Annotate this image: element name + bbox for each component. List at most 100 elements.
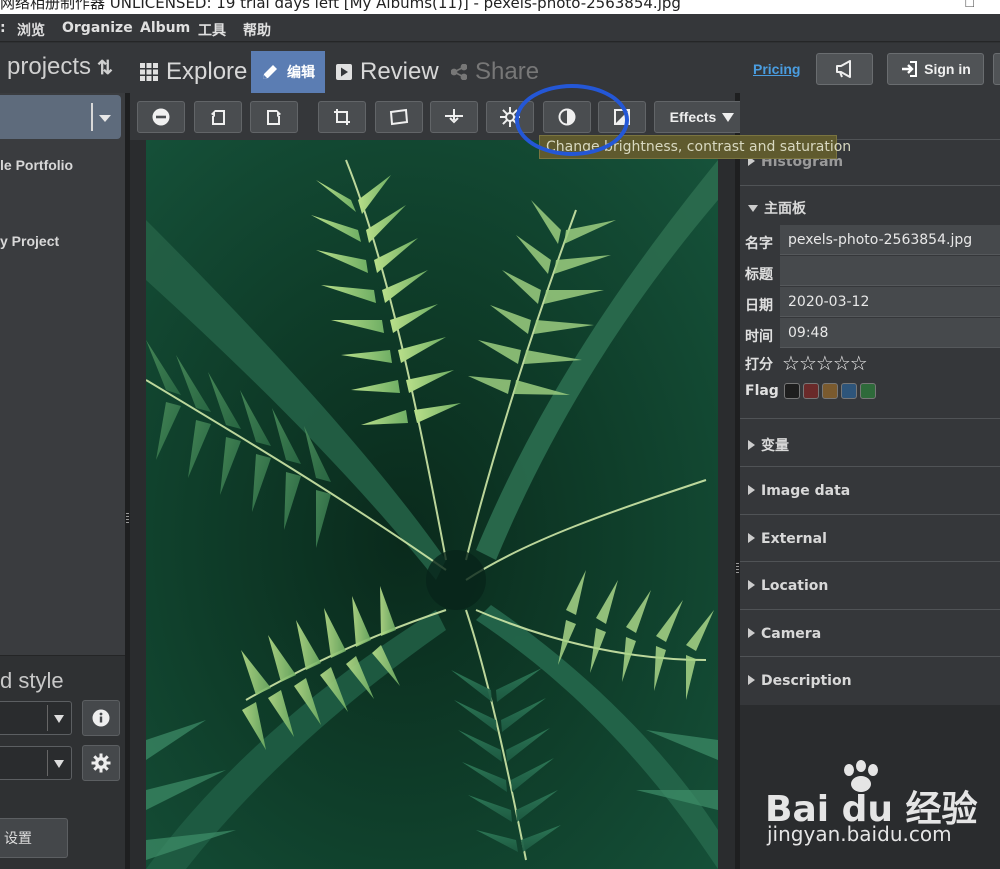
fern-photo-image — [146, 140, 718, 869]
top-navigation: projects ⇅ Explore 编辑 Review Share Pricin… — [0, 43, 1000, 93]
select-divider — [47, 750, 48, 776]
straighten-icon — [389, 108, 409, 126]
announcement-button[interactable] — [816, 53, 873, 85]
chevron-down-icon — [54, 715, 64, 723]
flag-black[interactable] — [784, 383, 800, 399]
annotation-circle — [515, 84, 629, 156]
zoom-out-button[interactable] — [137, 101, 185, 133]
chevron-right-icon — [748, 628, 755, 638]
flag-blue[interactable] — [841, 383, 857, 399]
image-data-label: Image data — [761, 483, 851, 499]
info-icon — [92, 709, 110, 727]
camera-label: Camera — [761, 626, 822, 642]
project-item-portfolio[interactable]: le Portfolio — [0, 157, 73, 173]
description-label: Description — [761, 673, 852, 689]
sign-in-button[interactable]: Sign in — [887, 53, 984, 85]
field-time-value[interactable]: 09:48 — [780, 318, 1000, 348]
megaphone-icon — [835, 60, 851, 78]
section-image-data[interactable]: Image data — [740, 466, 1000, 512]
sign-in-label: Sign in — [924, 61, 971, 77]
projects-panel: le Portfolio y Project d style 设置 — [0, 93, 125, 869]
menu-item-tools[interactable]: 工具 — [198, 20, 226, 40]
menu-edge-glyph: : — [0, 20, 6, 36]
chevron-down-icon[interactable] — [99, 115, 111, 122]
splitter-grip[interactable] — [126, 513, 129, 523]
crop-button[interactable] — [318, 101, 366, 133]
projects-header[interactable]: projects ⇅ — [7, 53, 113, 81]
section-location[interactable]: Location — [740, 561, 1000, 607]
field-name-value[interactable]: pexels-photo-2563854.jpg — [780, 225, 1000, 255]
sort-icon[interactable]: ⇅ — [97, 58, 113, 79]
star-icon[interactable]: ☆ — [799, 353, 817, 375]
flag-label: Flag — [745, 383, 779, 399]
menu-item-help[interactable]: 帮助 — [243, 20, 271, 40]
straighten-button[interactable] — [375, 101, 423, 133]
location-label: Location — [761, 578, 829, 594]
external-label: External — [761, 531, 827, 547]
tab-edit[interactable]: 编辑 — [251, 51, 325, 93]
star-icon[interactable]: ☆ — [833, 353, 851, 375]
tab-edit-label: 编辑 — [287, 65, 315, 81]
tab-review[interactable]: Review — [336, 51, 439, 93]
style-title: d style — [0, 668, 64, 693]
share-icon — [451, 64, 467, 80]
chevron-down-icon — [748, 205, 758, 212]
info-button[interactable] — [82, 700, 120, 736]
metadata-panel: Histogram 主面板 名字 pexels-photo-2563854.jp… — [740, 93, 1000, 869]
variables-label: 变量 — [761, 438, 789, 454]
section-variables[interactable]: 变量 — [740, 418, 1000, 464]
style-select-2[interactable] — [0, 746, 72, 780]
flag-green[interactable] — [860, 383, 876, 399]
menu-item-organize[interactable]: Organize — [62, 20, 133, 36]
gear-icon — [91, 753, 111, 773]
effects-label: Effects — [669, 109, 717, 125]
chevron-down-icon — [54, 760, 64, 768]
project-selector[interactable] — [0, 95, 121, 139]
flag-red[interactable] — [803, 383, 819, 399]
section-external[interactable]: External — [740, 514, 1000, 560]
more-button-edge[interactable] — [993, 53, 1000, 85]
section-camera[interactable]: Camera — [740, 609, 1000, 655]
flag-orange[interactable] — [822, 383, 838, 399]
tab-review-label: Review — [360, 58, 439, 85]
star-icon[interactable]: ☆ — [850, 353, 868, 375]
play-icon — [336, 64, 352, 80]
editor-area: Effects — [130, 93, 862, 869]
rotate-left-button[interactable] — [194, 101, 242, 133]
field-date-value[interactable]: 2020-03-12 — [780, 287, 1000, 317]
star-icon[interactable]: ☆ — [782, 353, 800, 375]
star-icon[interactable]: ☆ — [816, 353, 834, 375]
chevron-right-icon — [748, 485, 755, 495]
baidu-watermark: Bai du 经验 jingyan.baidu.com — [765, 760, 978, 860]
field-date-label: 日期 — [745, 298, 773, 314]
chevron-right-icon — [748, 580, 755, 590]
style-select[interactable] — [0, 701, 72, 735]
section-description[interactable]: Description — [740, 656, 1000, 702]
level-icon — [445, 109, 463, 124]
grid-icon — [140, 63, 158, 81]
main-panel-label: 主面板 — [764, 201, 806, 217]
rating-label: 打分 — [745, 357, 773, 373]
settings-button[interactable]: 设置 — [0, 818, 68, 858]
menu-item-browse[interactable]: 浏览 — [17, 20, 45, 40]
photo-canvas[interactable] — [146, 140, 718, 869]
chevron-right-icon — [748, 675, 755, 685]
rotate-right-button[interactable] — [250, 101, 298, 133]
field-time-label: 时间 — [745, 329, 773, 345]
effects-dropdown[interactable]: Effects — [654, 101, 750, 133]
rating-stars[interactable]: ☆☆☆☆☆ — [782, 351, 868, 376]
projects-label: projects — [7, 53, 92, 80]
splitter-grip[interactable] — [736, 563, 739, 573]
style-panel: d style 设置 — [0, 655, 125, 869]
window-minimize-icon[interactable]: □ — [966, 0, 974, 10]
tab-explore[interactable]: Explore — [140, 51, 247, 93]
style-settings-button[interactable] — [82, 745, 120, 781]
project-item-project[interactable]: y Project — [0, 233, 59, 249]
tab-share[interactable]: Share — [451, 51, 539, 93]
tab-share-label: Share — [475, 58, 540, 85]
menu-item-album[interactable]: Album — [140, 20, 190, 36]
level-button[interactable] — [430, 101, 478, 133]
field-title-label: 标题 — [745, 267, 773, 283]
field-title-value[interactable] — [780, 256, 1000, 286]
pricing-link[interactable]: Pricing — [753, 61, 800, 77]
